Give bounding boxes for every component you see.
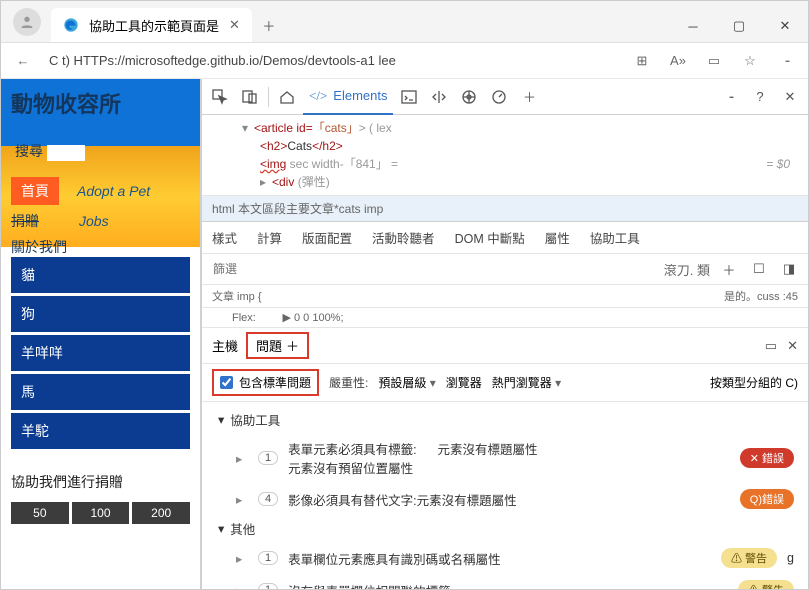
computed-pane-icon[interactable]: ◨ bbox=[778, 258, 800, 280]
sources-icon[interactable] bbox=[425, 83, 453, 111]
browser-tab[interactable]: 協助工具的示範頁面是 ✕ bbox=[51, 8, 252, 42]
edge-icon bbox=[63, 17, 79, 33]
drawer-tab-host[interactable]: 主機 bbox=[212, 336, 238, 355]
tab-props[interactable]: 屬性 bbox=[545, 228, 570, 247]
group-label: 按類型分組的 C) bbox=[710, 374, 798, 391]
styles-tabs: 樣式 計算 版面配置 活動聆聽者 DOM 中斷點 屬性 協助工具 bbox=[202, 222, 808, 254]
filter-hint: 滾刀. 類 bbox=[664, 260, 710, 279]
close-window-button[interactable]: ✕ bbox=[762, 10, 808, 42]
title-bar: 協助工具的示範頁面是 ✕ ＋ ─ ▢ ✕ bbox=[1, 1, 808, 43]
page-title: 動物收容所 bbox=[11, 87, 121, 119]
new-rule-icon[interactable]: ＋ bbox=[718, 258, 740, 280]
inspect-icon[interactable] bbox=[206, 83, 234, 111]
drawer-dock-icon[interactable]: ▭ bbox=[765, 338, 777, 354]
severity-label: 嚴重性: bbox=[329, 374, 368, 391]
nav-adopt[interactable]: Adopt a Pet bbox=[77, 183, 150, 199]
issues-options: 包含標準問題 嚴重性: 預設層級 瀏覽器 熱門瀏覽器 按類型分組的 C) bbox=[202, 364, 808, 402]
device-icon[interactable] bbox=[236, 83, 264, 111]
url-text[interactable]: C t) HTTPs://microsoftedge.github.io/Dem… bbox=[45, 53, 620, 68]
breadcrumb[interactable]: html 本文區段主要文章*cats imp bbox=[202, 196, 808, 222]
list-item[interactable]: 羊咩咩 bbox=[11, 335, 190, 371]
devtools: </> Elements ＋ ··· ? ✕ ▾<article id=「cat… bbox=[201, 79, 808, 589]
tab-computed[interactable]: 計算 bbox=[257, 228, 282, 247]
list-item[interactable]: 羊駝 bbox=[11, 413, 190, 449]
network-icon[interactable] bbox=[455, 83, 483, 111]
maximize-button[interactable]: ▢ bbox=[716, 10, 762, 42]
issues-group-a11y[interactable]: ▾協助工具 bbox=[202, 406, 808, 433]
drawer-tab-issues[interactable]: 問題＋ bbox=[246, 332, 309, 359]
tab-close-icon[interactable]: ✕ bbox=[229, 17, 240, 33]
tab-elements[interactable]: </> Elements bbox=[303, 79, 393, 115]
address-bar: ← C t) HTTPs://microsoftedge.github.io/D… bbox=[1, 43, 808, 79]
error-badge: ✕ 錯誤 bbox=[740, 448, 794, 468]
error-badge: Q)錯誤 bbox=[740, 489, 794, 509]
search-area: 搜尋 bbox=[15, 141, 85, 161]
nav-links: 首頁 Adopt a Pet 捐贈 Jobs 關於我們 bbox=[11, 177, 190, 257]
list-item[interactable]: 馬 bbox=[11, 374, 190, 410]
include-standard-checkbox[interactable]: 包含標準問題 bbox=[212, 369, 319, 396]
severity-select[interactable]: 預設層級 bbox=[378, 374, 435, 391]
donate-pills: 50 100 200 bbox=[1, 502, 200, 524]
nav-home[interactable]: 首頁 bbox=[11, 177, 59, 205]
pill-50[interactable]: 50 bbox=[11, 502, 69, 524]
tab-title: 協助工具的示範頁面是 bbox=[89, 16, 219, 35]
app-icon[interactable]: ⊞ bbox=[628, 47, 656, 75]
flex-row: Flex: ▶ 0 0 100%; bbox=[202, 308, 808, 328]
more-tabs-icon[interactable]: ＋ bbox=[515, 83, 543, 111]
search-input[interactable] bbox=[47, 145, 85, 161]
dom-tree[interactable]: ▾<article id=「cats」> ( lex <h2>Cats</h2>… bbox=[202, 115, 808, 196]
welcome-icon[interactable] bbox=[273, 83, 301, 111]
issue-row[interactable]: ▸1 沒有與表單欄位相關聯的標籤 ⚠ 警告 bbox=[202, 574, 808, 589]
read-aloud-icon[interactable]: A» bbox=[664, 47, 692, 75]
console-icon[interactable] bbox=[395, 83, 423, 111]
back-button[interactable]: ← bbox=[9, 47, 37, 75]
issues-panel: ▾協助工具 ▸1 表單元素必須具有標籤: 元素沒有標題屬性元素沒有預留位置屬性 … bbox=[202, 402, 808, 589]
tab-layout[interactable]: 版面配置 bbox=[302, 228, 352, 247]
new-tab-button[interactable]: ＋ bbox=[252, 8, 286, 42]
performance-icon[interactable] bbox=[485, 83, 513, 111]
help-icon[interactable]: ? bbox=[746, 83, 774, 111]
warning-badge: ⚠ 警告 bbox=[738, 580, 794, 589]
tab-styles[interactable]: 樣式 bbox=[212, 228, 237, 247]
tab-listeners[interactable]: 活動聆聽者 bbox=[372, 228, 435, 247]
devtools-toolbar: </> Elements ＋ ··· ? ✕ bbox=[202, 79, 808, 115]
nav-jobs[interactable]: Jobs bbox=[79, 213, 109, 229]
issue-row[interactable]: ▸1 表單欄位元素應具有識別碼或名稱屬性 ⚠ 警告 g bbox=[202, 542, 808, 574]
list-item[interactable]: 貓 bbox=[11, 257, 190, 293]
tab-dombp[interactable]: DOM 中斷點 bbox=[455, 228, 525, 247]
content-area: 動物收容所 搜尋 首頁 Adopt a Pet 捐贈 Jobs 關於我們 貓 狗… bbox=[1, 79, 808, 589]
browser-select[interactable]: 熱門瀏覽器 bbox=[492, 374, 561, 391]
issue-row[interactable]: ▸4 影像必須具有替代文字:元素沒有標題屬性 Q)錯誤 bbox=[202, 483, 808, 515]
browser-label: 瀏覽器 bbox=[446, 374, 482, 391]
styles-filter-input[interactable] bbox=[210, 259, 656, 279]
pill-200[interactable]: 200 bbox=[132, 502, 190, 524]
drawer-tabs: 主機 問題＋ ▭ ✕ bbox=[202, 328, 808, 364]
window-controls: ─ ▢ ✕ bbox=[670, 10, 808, 42]
donate-prompt: 協助我們進行捐贈 bbox=[1, 462, 200, 502]
devtools-menu-icon[interactable]: ··· bbox=[716, 83, 744, 111]
reader-icon[interactable]: ▭ bbox=[700, 47, 728, 75]
favorite-icon[interactable]: ☆ bbox=[736, 47, 764, 75]
pill-100[interactable]: 100 bbox=[72, 502, 130, 524]
rendered-page: 動物收容所 搜尋 首頁 Adopt a Pet 捐贈 Jobs 關於我們 貓 狗… bbox=[1, 79, 201, 589]
rule-header: 文章 imp {是的。cuss :45 bbox=[202, 285, 808, 308]
page-banner: 動物收容所 搜尋 首頁 Adopt a Pet 捐贈 Jobs 關於我們 bbox=[1, 79, 200, 247]
animal-list: 貓 狗 羊咩咩 馬 羊駝 bbox=[1, 247, 200, 462]
styles-filter-row: 滾刀. 類 ＋ ☐ ◨ bbox=[202, 254, 808, 285]
issues-group-other[interactable]: ▾其他 bbox=[202, 515, 808, 542]
warning-badge: ⚠ 警告 bbox=[721, 548, 777, 568]
list-item[interactable]: 狗 bbox=[11, 296, 190, 332]
nav-donate[interactable]: 捐贈 bbox=[11, 211, 39, 231]
devtools-close-icon[interactable]: ✕ bbox=[776, 83, 804, 111]
drawer-close-icon[interactable]: ✕ bbox=[787, 338, 798, 354]
tab-a11y[interactable]: 協助工具 bbox=[590, 228, 640, 247]
minimize-button[interactable]: ─ bbox=[670, 10, 716, 42]
search-label: 搜尋 bbox=[15, 143, 43, 159]
issue-row[interactable]: ▸1 表單元素必須具有標籤: 元素沒有標題屬性元素沒有預留位置屬性 ✕ 錯誤 bbox=[202, 433, 808, 483]
menu-icon[interactable]: ··· bbox=[772, 47, 800, 75]
profile-icon[interactable] bbox=[13, 8, 41, 36]
toggle-icon[interactable]: ☐ bbox=[748, 258, 770, 280]
